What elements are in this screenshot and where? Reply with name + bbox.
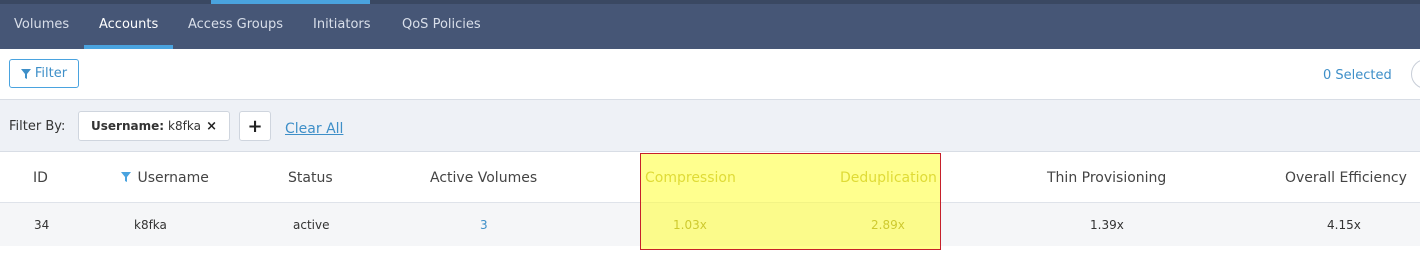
filter-by-label: Filter By: (9, 119, 66, 134)
column-header-active-volumes[interactable]: Active Volumes (430, 170, 537, 186)
column-header-id[interactable]: ID (33, 170, 48, 186)
filter-chip-key: Username: (91, 119, 165, 133)
column-header-deduplication[interactable]: Deduplication (840, 170, 937, 186)
top-nav: Volumes Accounts Access Groups Initiator… (0, 0, 1420, 49)
funnel-icon (20, 68, 31, 79)
toolbar: Filter 0 Selected (0, 49, 1420, 100)
clear-all-link[interactable]: Clear All (285, 121, 343, 137)
add-filter-button[interactable]: + (239, 111, 271, 141)
table-header: ID Username Status Active Volumes Compre… (0, 152, 1420, 203)
column-header-overall-efficiency[interactable]: Overall Efficiency (1285, 170, 1407, 186)
selected-count: 0 Selected (1323, 68, 1392, 83)
filter-chip-username: Username: k8fka × (78, 111, 230, 141)
column-header-username[interactable]: Username (121, 170, 209, 186)
column-header-compression[interactable]: Compression (645, 170, 736, 186)
cell-id: 34 (34, 218, 50, 232)
tab-qos-policies[interactable]: QoS Policies (402, 17, 481, 32)
cell-status: active (293, 218, 330, 232)
tab-initiators[interactable]: Initiators (313, 17, 371, 32)
cell-deduplication: 2.89x (871, 218, 905, 232)
column-header-username-label: Username (137, 170, 209, 186)
column-header-status[interactable]: Status (288, 170, 333, 186)
funnel-icon (121, 172, 131, 182)
top-nav-accent-line (211, 0, 370, 4)
column-header-thin-provisioning[interactable]: Thin Provisioning (1047, 170, 1166, 186)
cell-username: k8fka (134, 218, 167, 232)
filter-button-label: Filter (34, 66, 68, 81)
tab-volumes[interactable]: Volumes (14, 17, 69, 32)
filter-chip-value: k8fka (168, 119, 201, 133)
cell-thin-provisioning: 1.39x (1090, 218, 1124, 232)
close-icon[interactable]: × (206, 119, 217, 134)
toolbar-action-button[interactable] (1411, 59, 1420, 89)
cell-compression: 1.03x (673, 218, 707, 232)
tab-accounts[interactable]: Accounts (99, 17, 158, 32)
filter-button[interactable]: Filter (9, 59, 79, 88)
filter-bar: Filter By: Username: k8fka × + Clear All (0, 100, 1420, 152)
cell-active-volumes-link[interactable]: 3 (480, 218, 488, 232)
tab-access-groups[interactable]: Access Groups (188, 17, 283, 32)
cell-overall-efficiency: 4.15x (1327, 218, 1361, 232)
table-row[interactable]: 34 k8fka active 3 1.03x 2.89x 1.39x 4.15… (0, 203, 1420, 246)
